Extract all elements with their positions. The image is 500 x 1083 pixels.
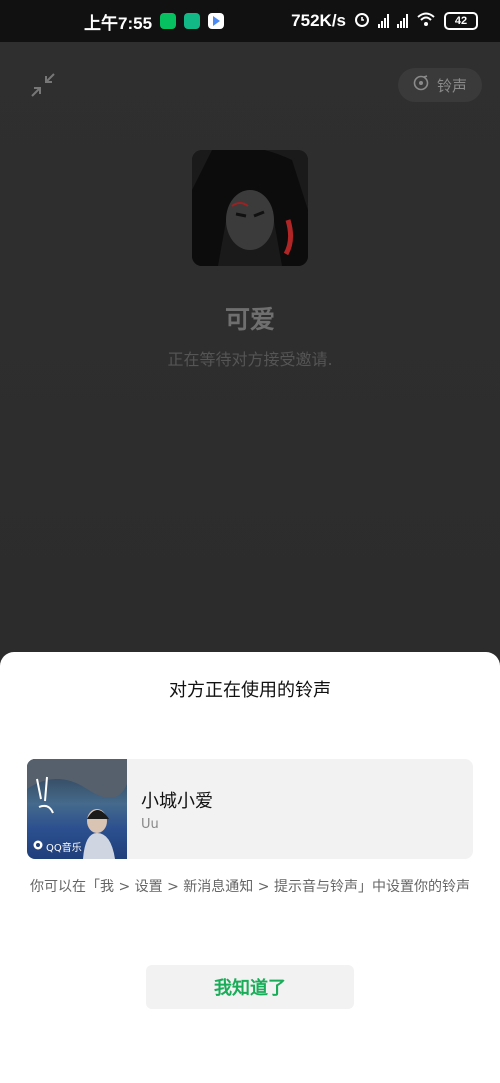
- signal-icon-2: [397, 14, 408, 28]
- song-card[interactable]: QQ音乐 小城小爱 Uu: [27, 759, 473, 859]
- status-bar-right: 752K/s 42: [291, 11, 478, 32]
- minimize-icon[interactable]: [30, 72, 56, 98]
- music-disc-icon: [413, 75, 429, 95]
- qq-music-icon: [33, 840, 43, 853]
- ringtone-sheet: 对方正在使用的铃声 QQ音乐 小城小爱 Uu 你可以在「我 > 设置 > 新消息…: [0, 652, 500, 1083]
- sheet-title: 对方正在使用的铃声: [169, 680, 331, 701]
- song-artist: Uu: [141, 817, 159, 832]
- status-bar: 上午7:55 752K/s 42: [0, 0, 500, 42]
- ringtone-button[interactable]: 铃声: [398, 68, 482, 102]
- contact-name: 可爱: [224, 305, 275, 334]
- wechat-icon: [160, 13, 177, 29]
- battery-icon: 42: [444, 12, 478, 30]
- wifi-icon: [416, 11, 436, 32]
- got-it-button[interactable]: 我知道了: [146, 965, 354, 1009]
- contact-avatar: [192, 150, 308, 266]
- song-title: 小城小爱: [141, 791, 213, 812]
- alarm-icon: [354, 11, 370, 32]
- qq-music-label: QQ音乐: [46, 843, 82, 854]
- network-speed: 752K/s: [291, 11, 346, 30]
- signal-icon: [378, 14, 389, 28]
- qq-music-tag: QQ音乐: [33, 839, 82, 854]
- play-store-icon: [208, 13, 225, 29]
- waiting-status: 正在等待对方接受邀请.: [167, 350, 333, 369]
- status-bar-left: 上午7:55: [84, 9, 225, 34]
- notification-app-icon: [184, 13, 201, 29]
- settings-hint: 你可以在「我 > 设置 > 新消息通知 > 提示音与铃声」中设置你的铃声: [30, 879, 470, 895]
- album-cover: QQ音乐: [27, 759, 127, 859]
- ringtone-label: 铃声: [436, 76, 467, 95]
- clock: 上午7:55: [84, 13, 153, 33]
